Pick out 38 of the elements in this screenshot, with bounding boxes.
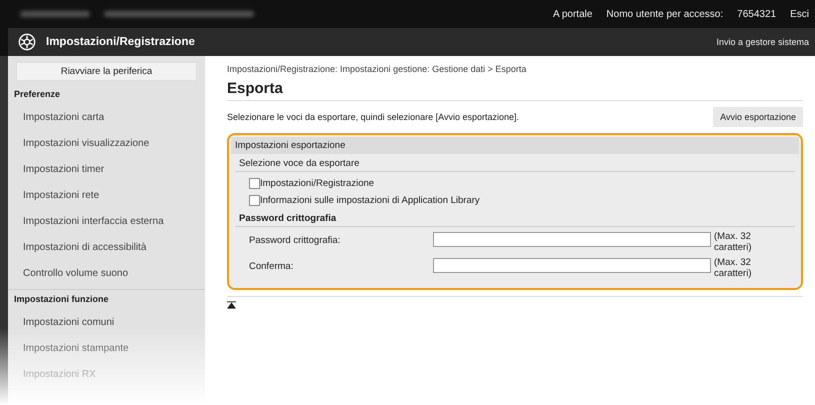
sidebar-item[interactable]: Impostazioni stampante xyxy=(8,336,205,362)
sidebar-item[interactable]: Impostazioni carta xyxy=(8,105,205,131)
send-to-admin-link[interactable]: Invio a gestore sistema xyxy=(716,37,809,47)
settings-icon xyxy=(18,33,36,51)
header-title: Impostazioni/Registrazione xyxy=(46,36,195,48)
sidebar-section-title: Preferenze xyxy=(13,88,62,101)
checkbox[interactable] xyxy=(249,178,260,189)
field-hint: (Max. 32 caratteri) xyxy=(714,258,752,280)
sidebar-section-title: Impostazioni funzione xyxy=(8,289,205,310)
section-title: Selezione voce da esportare xyxy=(235,154,795,172)
password-field[interactable] xyxy=(433,258,711,273)
sidebar-item[interactable]: Impostazioni visualizzazione xyxy=(8,131,205,157)
sidebar-item[interactable]: Impostazioni timer xyxy=(8,157,205,183)
sidebar-item[interactable]: Impostazioni comuni xyxy=(8,310,205,336)
field-label: Conferma: xyxy=(249,260,294,274)
instruction-text: Selezionare le voci da esportare, quindi selezionare [Avvio esportazione]. xyxy=(227,112,520,122)
sidebar-item[interactable]: Impostazioni rete xyxy=(8,183,205,209)
sidebar-item[interactable]: Controllo volume suono xyxy=(8,261,205,287)
logout-link[interactable]: Esci xyxy=(790,8,809,20)
blurred-text xyxy=(20,11,90,17)
sidebar-item[interactable]: Impostazioni interfaccia esterna xyxy=(8,209,205,235)
checkbox-label: Impostazioni/Registrazione xyxy=(260,178,374,189)
portal-link[interactable]: A portale xyxy=(552,8,592,20)
breadcrumb: Impostazioni/Registrazione: Impostazioni gestione: Gestione dati > Esporta xyxy=(227,64,528,74)
user-label: Nomo utente per accesso: xyxy=(606,8,724,20)
field-label: Password crittografia: xyxy=(249,234,342,248)
restart-button[interactable]: Riavviare la periferica xyxy=(16,62,197,81)
checkbox[interactable] xyxy=(249,195,260,206)
section-title: Password crittografia xyxy=(235,209,795,227)
page-title: Esporta xyxy=(227,80,803,101)
start-export-button[interactable]: Avvio esportazione xyxy=(713,107,803,127)
password-field[interactable] xyxy=(433,232,711,247)
checkbox-label: Informazioni sulle impostazioni di Application Library xyxy=(260,195,480,206)
sidebar-item[interactable]: Impostazioni di accessibilità xyxy=(8,235,205,261)
back-to-top-icon[interactable] xyxy=(227,300,236,309)
user-id: 7654321 xyxy=(737,8,776,20)
panel-title: Impostazioni esportazione xyxy=(231,137,799,154)
field-hint: (Max. 32 caratteri) xyxy=(714,232,752,254)
